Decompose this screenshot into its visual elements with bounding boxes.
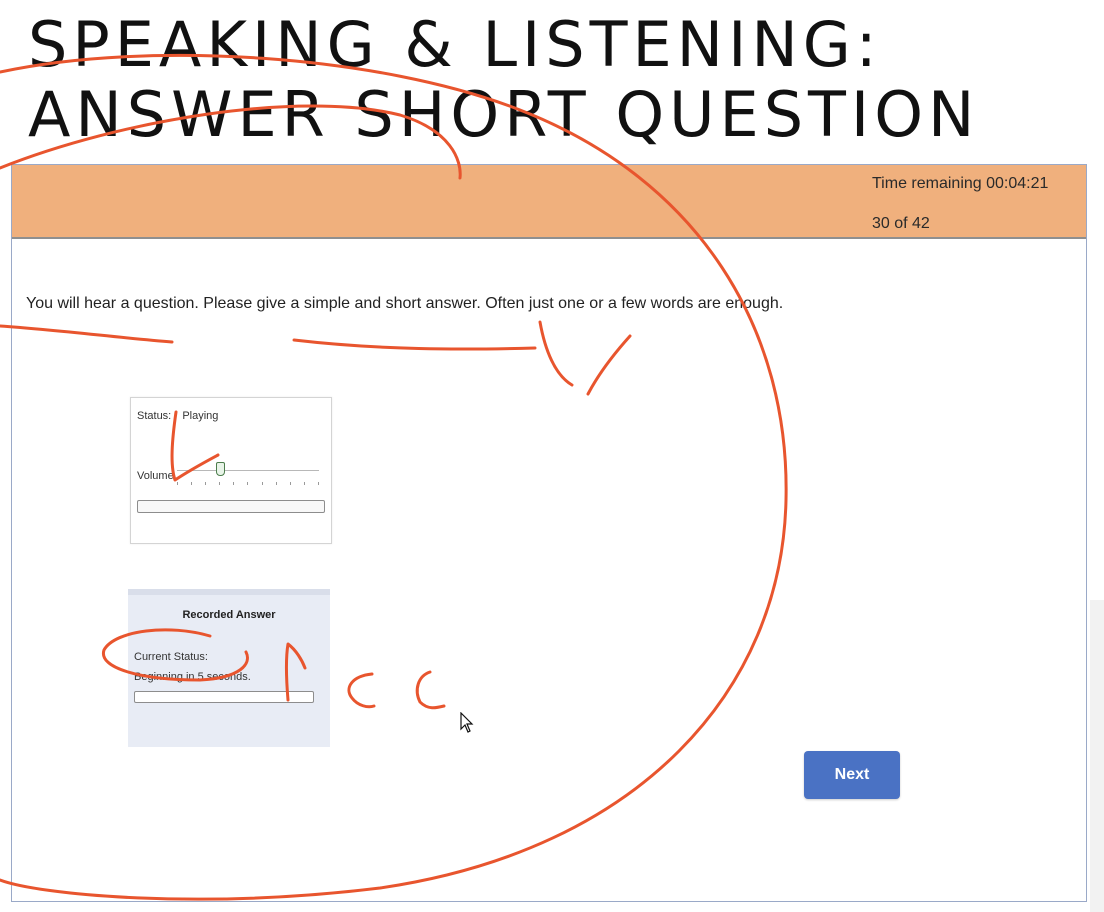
heading-line-1: SPEAKING & LISTENING:: [28, 8, 882, 81]
audio-status-value: Playing: [182, 410, 219, 422]
cursor-icon: [460, 712, 474, 733]
instructions-text: You will hear a question. Please give a …: [26, 295, 784, 312]
recorder-title: Recorded Answer: [182, 609, 276, 621]
recording-progress-bar: [134, 691, 314, 703]
audio-player: Status: Playing Volume: [130, 397, 332, 544]
heading-line-2: ANSWER SHORT QUESTION: [28, 78, 980, 151]
recorder-status-value: Beginning in 5 seconds.: [134, 671, 251, 683]
volume-label: Volume: [137, 470, 174, 482]
volume-slider-track[interactable]: [177, 470, 319, 471]
audio-status-row: Status: Playing: [137, 410, 218, 422]
question-counter: 30 of 42: [872, 215, 930, 232]
test-frame: Time remaining 00:04:21 30 of 42 You wil…: [11, 164, 1087, 902]
recorder-status-label: Current Status:: [134, 651, 208, 663]
audio-status-label: Status:: [137, 410, 172, 422]
next-button[interactable]: Next: [804, 751, 900, 799]
volume-slider-thumb[interactable]: [215, 462, 225, 476]
right-edge-panel: [1090, 600, 1104, 912]
time-remaining: Time remaining 00:04:21: [872, 175, 1049, 192]
page-heading: SPEAKING & LISTENING: ANSWER SHORT QUEST…: [28, 10, 1098, 150]
volume-ticks: [177, 482, 319, 486]
top-bar: Time remaining 00:04:21 30 of 42: [12, 165, 1086, 239]
playback-progress-bar: [137, 500, 325, 513]
recorder-panel: Recorded Answer Current Status: Beginnin…: [128, 589, 330, 747]
